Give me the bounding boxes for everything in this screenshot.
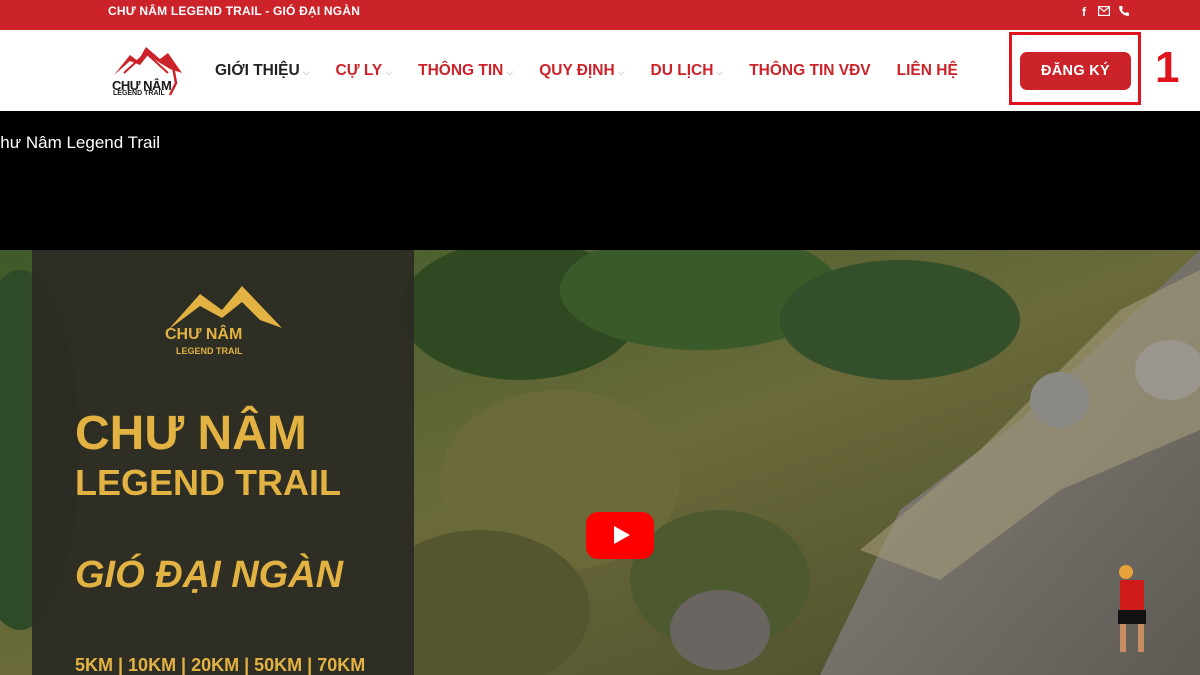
main-nav: GIỚI THIỆU ⌵ CỰ LY ⌵ THÔNG TIN ⌵ QUY ĐỊNH ⌵ … <box>215 62 984 80</box>
chevron-down-icon: ⌵ <box>506 66 514 77</box>
nav-item-du-lich[interactable]: DU LỊCH ⌵ <box>651 62 724 80</box>
video-embed[interactable] <box>0 111 1200 250</box>
logo-text-secondary: LEGEND TRAIL <box>113 90 165 97</box>
play-button[interactable] <box>586 512 654 559</box>
poster-heading-line2: LEGEND TRAIL <box>75 462 341 503</box>
poster-logo-text-secondary: LEGEND TRAIL <box>176 346 243 356</box>
poster-logo-text-primary: CHƯ NÂM <box>165 326 243 343</box>
annotation-step-number: 1 <box>1155 43 1180 92</box>
register-button[interactable]: ĐĂNG KÝ <box>1020 52 1131 90</box>
poster-distances: 5KM | 10KM | 20KM | 50KM | 70KM <box>75 655 366 675</box>
nav-item-label: DU LỊCH <box>650 62 714 79</box>
chevron-down-icon: ⌵ <box>716 66 724 77</box>
facebook-icon[interactable]: f <box>1078 5 1090 19</box>
nav-item-thong-tin-vdv[interactable]: THÔNG TIN VĐV <box>749 62 870 80</box>
nav-item-label: THÔNG TIN <box>418 62 504 79</box>
poster-tagline: GIÓ ĐẠI NGÀN <box>75 554 344 596</box>
nav-item-cu-ly[interactable]: CỰ LY ⌵ <box>336 62 393 80</box>
nav-item-lien-he[interactable]: LIÊN HỆ <box>897 62 958 80</box>
chevron-down-icon: ⌵ <box>385 66 393 77</box>
social-icons: f <box>1078 5 1130 19</box>
video-title[interactable]: Chư Nâm Legend Trail <box>0 133 160 153</box>
chevron-down-icon: ⌵ <box>617 66 625 77</box>
site-tagline: CHƯ NÂM LEGEND TRAIL - GIÓ ĐẠI NGÀN <box>108 4 361 18</box>
nav-item-label: LIÊN HỆ <box>896 62 958 79</box>
nav-item-label: GIỚI THIỆU <box>215 62 300 79</box>
video-thumbnail[interactable]: CHƯ NÂM LEGEND TRAIL CHƯ NÂM LEGEND TRAI… <box>0 250 1200 675</box>
email-icon[interactable] <box>1098 5 1111 19</box>
phone-icon[interactable] <box>1118 5 1130 19</box>
nav-item-label: QUY ĐỊNH <box>539 62 615 79</box>
nav-item-label: THÔNG TIN VĐV <box>749 62 871 79</box>
poster-heading-line1: CHƯ NÂM <box>75 407 307 460</box>
nav-item-thong-tin[interactable]: THÔNG TIN ⌵ <box>418 62 513 80</box>
top-bar: CHƯ NÂM LEGEND TRAIL - GIÓ ĐẠI NGÀN f <box>0 0 1200 30</box>
nav-item-quy-dinh[interactable]: QUY ĐỊNH ⌵ <box>539 62 624 80</box>
chevron-down-icon: ⌵ <box>302 66 310 77</box>
nav-item-label: CỰ LY <box>335 62 383 79</box>
nav-item-gioi-thieu[interactable]: GIỚI THIỆU ⌵ <box>215 62 310 80</box>
